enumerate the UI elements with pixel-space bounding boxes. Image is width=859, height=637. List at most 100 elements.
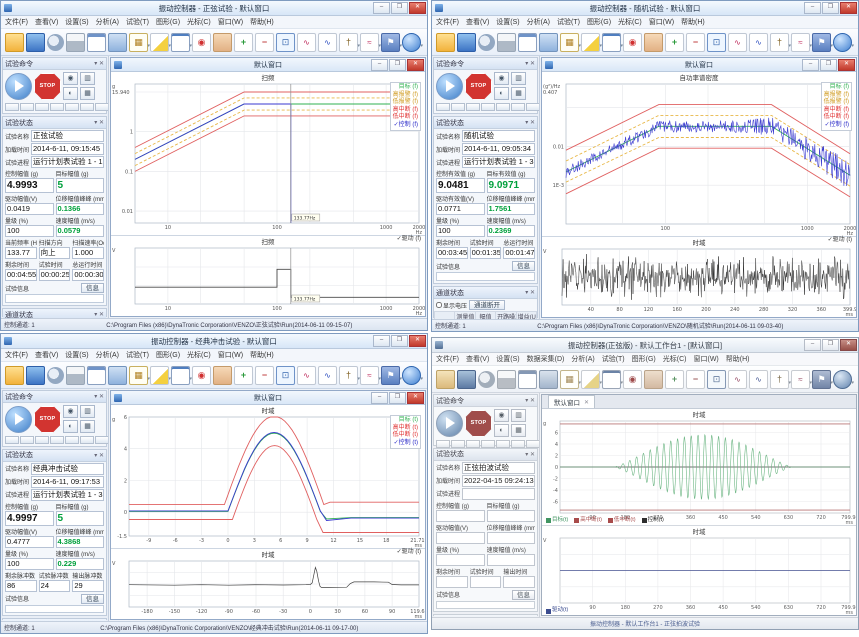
menu-item[interactable]: 查看(V) <box>35 350 58 360</box>
menu-item[interactable]: 试验(T) <box>126 17 149 27</box>
menu-item[interactable]: 文件(F) <box>436 17 459 27</box>
spectrum2-icon[interactable]: ∿ <box>318 33 337 52</box>
print-icon[interactable] <box>497 33 516 52</box>
document-titlebar[interactable]: 默认窗口 – ❐ ✕ <box>111 391 425 405</box>
mini-tool-button[interactable] <box>526 103 540 111</box>
menu-item[interactable]: 文件(F) <box>436 354 459 364</box>
menu-item[interactable]: 设置(S) <box>65 17 88 27</box>
zoom-out-icon[interactable]: − <box>255 33 274 52</box>
chart-plot[interactable]: 90180270360450540630720799.94msV <box>542 535 856 607</box>
window-titlebar[interactable]: 振动控制器(正弦版) - 默认工作台1 - [默认窗口] – ❐ ✕ <box>432 338 858 353</box>
print-icon[interactable] <box>66 33 85 52</box>
histogram-view-button[interactable]: ▦ <box>80 87 95 100</box>
legend-item[interactable]: 低报警 (f) <box>824 99 849 107</box>
cursor-tool-icon[interactable]: † <box>770 33 789 52</box>
chart-plot[interactable]: -180-150-120-90-60-300306090119.69msV <box>111 558 425 619</box>
info-button[interactable]: 信息 <box>81 283 104 293</box>
export-icon[interactable] <box>539 370 558 389</box>
test-plan-icon[interactable]: ▦ <box>560 370 579 389</box>
legend-item[interactable]: 目标 (f) <box>393 84 418 92</box>
close-button[interactable]: ✕ <box>840 2 857 14</box>
save-icon[interactable] <box>26 366 45 385</box>
report-window-icon[interactable] <box>87 33 106 52</box>
menu-item[interactable]: 光标(C) <box>187 17 211 27</box>
mini-tool-button[interactable] <box>80 103 94 111</box>
tab-close-icon[interactable]: ✕ <box>584 399 589 406</box>
spectrum-view-button[interactable]: ▥ <box>80 72 95 85</box>
stop-record-icon[interactable]: ◉ <box>192 33 211 52</box>
search-icon[interactable] <box>402 33 421 52</box>
spectrum2-icon[interactable]: ∿ <box>318 366 337 385</box>
mini-tool-button[interactable] <box>50 436 64 444</box>
menu-item[interactable]: 试验(T) <box>557 17 580 27</box>
zoom-out-icon[interactable]: − <box>255 366 274 385</box>
menu-item[interactable]: 窗口(W) <box>218 17 243 27</box>
report-window-icon[interactable] <box>518 33 537 52</box>
cursor-tool-icon[interactable]: † <box>770 370 789 389</box>
record-button[interactable]: ◉ <box>63 405 78 418</box>
show-voltage-checkbox[interactable]: 显示电压 <box>436 301 467 310</box>
menu-item[interactable]: 窗口(W) <box>218 350 243 360</box>
legend-item[interactable]: ✓驱动 (t) <box>828 237 852 245</box>
spectrum-icon[interactable]: ∿ <box>297 366 316 385</box>
minimize-button[interactable]: – <box>373 335 390 347</box>
search-icon[interactable] <box>402 366 421 385</box>
legend-item[interactable]: 控制(t) <box>642 517 664 525</box>
spectrum-icon[interactable]: ∿ <box>728 370 747 389</box>
legend-item[interactable]: ✓驱动 (t) <box>397 549 421 557</box>
mini-tool-button[interactable] <box>5 103 19 111</box>
maximize-button[interactable]: ❐ <box>391 2 408 14</box>
mini-tool-button[interactable] <box>436 103 450 111</box>
pause-button[interactable]: ◐ <box>494 87 509 100</box>
edit-pen-icon[interactable] <box>581 370 600 389</box>
new-window-icon[interactable] <box>171 366 190 385</box>
panel-dock-buttons[interactable]: ▾ ✕ <box>525 289 535 296</box>
minimize-button[interactable]: – <box>804 339 821 351</box>
legend-item[interactable]: 低中断 (f) <box>824 114 849 122</box>
cursor-tool-icon[interactable]: † <box>339 33 358 52</box>
doc-close-button[interactable]: ✕ <box>407 392 424 404</box>
doc-close-button[interactable]: ✕ <box>407 59 424 71</box>
export-icon[interactable] <box>539 33 558 52</box>
mini-tool-button[interactable] <box>20 436 34 444</box>
export-icon[interactable] <box>108 33 127 52</box>
legend-item[interactable]: 高中断 (f) <box>393 107 418 115</box>
record-button[interactable]: ◉ <box>494 72 509 85</box>
open-folder-icon[interactable] <box>5 33 24 52</box>
full-extent-icon[interactable]: ⊡ <box>276 33 295 52</box>
legend-item[interactable]: ✓控制 (f) <box>824 122 849 130</box>
flag-icon[interactable]: ⚑ <box>812 33 831 52</box>
search-icon[interactable] <box>833 370 852 389</box>
chart-plot[interactable]: -9-6-3036912151821.719ms6420-1.5g <box>111 414 425 548</box>
mini-tool-button[interactable] <box>5 436 19 444</box>
cursor-tool-icon[interactable]: † <box>339 366 358 385</box>
info-button[interactable]: 信息 <box>81 594 104 604</box>
legend-item[interactable]: ✓控制 (f) <box>393 122 418 130</box>
legend-item[interactable]: 目标 (f) <box>824 84 849 92</box>
save-icon[interactable] <box>457 370 476 389</box>
stop-test-button[interactable]: STOP <box>34 73 61 100</box>
histogram-view-button[interactable]: ▦ <box>511 424 526 437</box>
legend-item[interactable]: 目标 (t) <box>393 417 418 425</box>
menu-item[interactable]: 图形(G) <box>156 350 180 360</box>
new-window-icon[interactable] <box>171 33 190 52</box>
mini-tool-button[interactable] <box>65 436 79 444</box>
spectrum2-icon[interactable]: ∿ <box>749 370 768 389</box>
stop-test-button[interactable]: STOP <box>34 406 61 433</box>
menu-item[interactable]: 光标(C) <box>187 350 211 360</box>
open-folder-icon[interactable] <box>436 370 455 389</box>
menu-item[interactable]: 数据采集(D) <box>527 354 565 364</box>
channel-table[interactable]: 测量值幅值开路噪声增益(U1(g)9.12539.00910.0511119.2 <box>434 311 537 319</box>
record-button[interactable]: ◉ <box>63 72 78 85</box>
save-icon[interactable] <box>26 33 45 52</box>
mini-tool-button[interactable] <box>65 103 79 111</box>
start-test-button[interactable] <box>5 406 32 433</box>
zoom-out-icon[interactable]: − <box>686 33 705 52</box>
menu-item[interactable]: 试验(T) <box>126 350 149 360</box>
search-icon[interactable] <box>833 33 852 52</box>
mini-tool-button[interactable] <box>35 436 49 444</box>
maximize-button[interactable]: ❐ <box>822 2 839 14</box>
close-button[interactable]: ✕ <box>409 335 426 347</box>
spectrum2-icon[interactable]: ∿ <box>749 33 768 52</box>
report-window-icon[interactable] <box>518 370 537 389</box>
